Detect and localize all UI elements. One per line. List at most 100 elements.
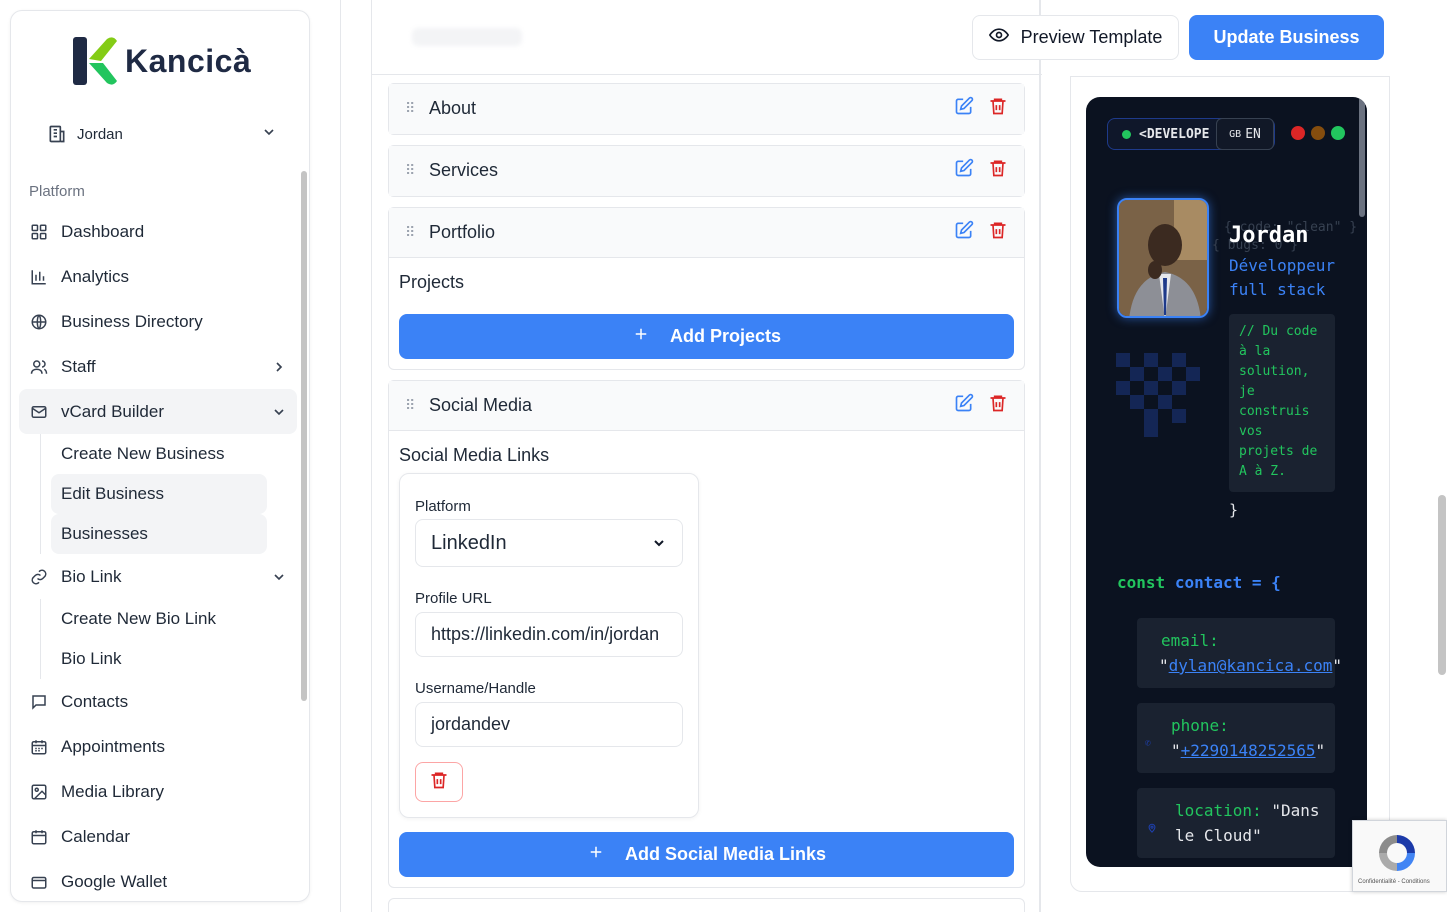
- section-header[interactable]: ⠿ About: [389, 84, 1024, 134]
- sidebar-item-label: Google Wallet: [61, 871, 168, 891]
- sidebar-item-label: Business Directory: [61, 311, 203, 331]
- recaptcha-badge[interactable]: Confidentialité - Conditions: [1352, 820, 1447, 892]
- profile-role: Développeur full stack: [1229, 256, 1335, 299]
- section-next: [388, 898, 1025, 912]
- sidebar-item-contacts[interactable]: Contacts: [19, 679, 297, 724]
- sidebar-item-bio-link[interactable]: Bio Link: [19, 554, 297, 599]
- chevron-down-icon: [261, 124, 277, 144]
- edit-icon[interactable]: [954, 158, 974, 183]
- recaptcha-text[interactable]: Confidentialité - Conditions: [1358, 879, 1430, 885]
- username-label: Username/Handle: [415, 680, 536, 697]
- users-icon: [29, 357, 49, 377]
- platform-label: Platform: [415, 498, 471, 515]
- business-selector[interactable]: Jordan: [47, 119, 277, 149]
- green-dot-icon: [1331, 126, 1345, 140]
- sidebar: Kancicà Jordan Platform Dashboard Analyt…: [10, 10, 310, 902]
- add-projects-label: Add Projects: [669, 326, 782, 346]
- sidebar-item-media-library[interactable]: Media Library: [19, 769, 297, 814]
- contact-location: location: "Dans le Cloud": [1137, 788, 1335, 858]
- sidebar-item-label: Calendar: [61, 826, 130, 846]
- drag-handle-icon[interactable]: ⠿: [405, 162, 417, 179]
- section-services: ⠿ Services: [388, 145, 1025, 197]
- section-header[interactable]: ⠿ Portfolio: [389, 208, 1024, 258]
- edit-icon[interactable]: [954, 96, 974, 121]
- profile-avatar: [1117, 198, 1209, 318]
- edit-icon[interactable]: [954, 393, 974, 418]
- profile-url-input[interactable]: https://linkedin.com/in/jordan: [415, 612, 683, 657]
- sidebar-subitem-bio-link[interactable]: Bio Link: [51, 639, 267, 679]
- section-header[interactable]: ⠿ Social Media: [389, 381, 1024, 431]
- sidebar-scrollbar[interactable]: [301, 171, 307, 701]
- sidebar-item-google-wallet[interactable]: Google Wallet: [19, 859, 297, 901]
- trash-icon[interactable]: [988, 393, 1008, 418]
- add-social-links-button[interactable]: Add Social Media Links: [399, 832, 1014, 877]
- status-dot-icon: [1122, 129, 1131, 139]
- sidebar-subitem-create-business[interactable]: Create New Business: [51, 434, 267, 474]
- preview-template-button[interactable]: Preview Template: [972, 15, 1179, 60]
- platform-select-value: LinkedIn: [431, 531, 507, 554]
- social-link-card: Platform LinkedIn Profile URL https://li…: [399, 473, 699, 818]
- preview-scrollbar[interactable]: [1359, 97, 1365, 217]
- sidebar-item-label: Dashboard: [61, 221, 145, 241]
- editor-sections: ⠿ About ⠿ Services ⠿ Portfolio Projects …: [371, 0, 1042, 912]
- phone-key: phone:: [1171, 716, 1229, 735]
- drag-handle-icon[interactable]: ⠿: [405, 397, 417, 414]
- globe-icon: [29, 312, 49, 332]
- sidebar-item-calendar[interactable]: Calendar: [19, 814, 297, 859]
- page-scrollbar[interactable]: [1438, 495, 1446, 675]
- sidebar-item-business-directory[interactable]: Business Directory: [19, 299, 297, 344]
- sidebar-item-dashboard[interactable]: Dashboard: [19, 209, 297, 254]
- closing-brace: }: [1229, 501, 1239, 519]
- sidebar-item-appointments[interactable]: Appointments: [19, 724, 297, 769]
- email-link[interactable]: dylan@kancica.com: [1169, 656, 1333, 675]
- preview-template-label: Preview Template: [1020, 27, 1163, 47]
- language-switch[interactable]: GB EN: [1216, 118, 1274, 150]
- section-about: ⠿ About: [388, 83, 1025, 135]
- username-value: jordandev: [431, 714, 511, 734]
- drag-handle-icon[interactable]: ⠿: [405, 224, 417, 241]
- recaptcha-icon: [1379, 835, 1415, 871]
- update-business-button[interactable]: Update Business: [1189, 15, 1384, 60]
- biolink-subnav: Create New Bio Link Bio Link: [40, 599, 297, 679]
- wallet-icon: [29, 872, 49, 892]
- const-keyword: const: [1117, 573, 1166, 592]
- mail-icon: [29, 402, 49, 422]
- calendar-icon: [29, 827, 49, 847]
- sidebar-subitem-create-bio-link[interactable]: Create New Bio Link: [51, 599, 267, 639]
- section-social-media: ⠿ Social Media Social Media Links Platfo…: [388, 380, 1025, 888]
- add-projects-button[interactable]: Add Projects: [399, 314, 1014, 359]
- sidebar-subitem-businesses[interactable]: Businesses: [51, 514, 267, 554]
- bar-chart-icon: [29, 267, 49, 287]
- trash-icon[interactable]: [988, 220, 1008, 245]
- phone-link[interactable]: +2290148252565: [1181, 741, 1316, 760]
- message-square-icon: [29, 692, 49, 712]
- chevron-down-icon: [651, 535, 667, 551]
- trash-icon[interactable]: [988, 96, 1008, 121]
- section-title: Portfolio: [429, 222, 496, 242]
- location-pin-icon: [1147, 816, 1157, 841]
- profile-name: Jordan: [1229, 223, 1309, 248]
- sidebar-nav: Dashboard Analytics Business Directory S…: [19, 209, 297, 901]
- sidebar-item-staff[interactable]: Staff: [19, 344, 297, 389]
- sidebar-subitem-edit-business[interactable]: Edit Business: [51, 474, 267, 514]
- contact-phone: ✆ phone: "+2290148252565": [1137, 703, 1335, 773]
- sidebar-item-vcard-builder[interactable]: vCard Builder: [19, 389, 297, 434]
- sidebar-item-label: Media Library: [61, 781, 164, 801]
- contact-email: email: "dylan@kancica.com": [1137, 618, 1342, 688]
- username-input[interactable]: jordandev: [415, 702, 683, 747]
- brand-logo[interactable]: Kancicà: [73, 37, 251, 85]
- header-blurred-text: [412, 28, 522, 46]
- platform-select[interactable]: LinkedIn: [415, 519, 683, 567]
- drag-handle-icon[interactable]: ⠿: [405, 100, 417, 117]
- trash-icon[interactable]: [988, 158, 1008, 183]
- sidebar-item-analytics[interactable]: Analytics: [19, 254, 297, 299]
- delete-link-button[interactable]: [415, 762, 463, 802]
- phone-icon: ✆: [1145, 738, 1152, 749]
- edit-icon[interactable]: [954, 220, 974, 245]
- eye-icon: [988, 25, 1009, 50]
- trash-icon: [429, 770, 449, 795]
- section-title: About: [429, 98, 477, 118]
- sidebar-item-label: Bio Link: [61, 566, 122, 586]
- red-dot-icon: [1291, 126, 1305, 140]
- section-header[interactable]: ⠿ Services: [389, 146, 1024, 196]
